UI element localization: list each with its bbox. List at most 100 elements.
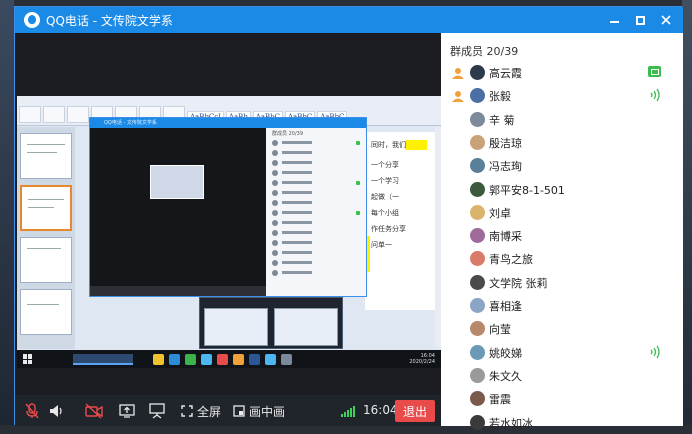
window-title: QQ电话 - 文传院文学系 <box>46 13 173 28</box>
member-name: 朱文久 <box>489 369 522 383</box>
taskbar-app-icon <box>185 354 196 365</box>
inner-member-row <box>272 228 360 237</box>
speaking-icon <box>649 88 661 102</box>
avatar <box>470 321 485 337</box>
member-row[interactable]: 青鸟之旅 <box>441 247 683 270</box>
inner-member-row <box>272 268 360 277</box>
camera-off-button[interactable] <box>85 403 103 419</box>
member-name: 雷震 <box>489 393 511 407</box>
pip-label: 画中画 <box>249 404 286 419</box>
avatar <box>470 344 485 360</box>
screen-sharing-icon <box>648 66 661 77</box>
member-row[interactable]: 高云霞 <box>441 61 683 84</box>
doc-line: 起做（一 <box>371 193 399 201</box>
presentation-button[interactable] <box>149 403 165 419</box>
slide-thumbnail <box>20 185 72 231</box>
inner-title-bar: QQ电话 - 文传院文学系 <box>90 118 366 128</box>
slide-thumbnail <box>20 133 72 179</box>
slide-thumbnail <box>20 237 72 283</box>
member-row[interactable]: 向莹 <box>441 317 683 340</box>
member-name: 南博采 <box>489 230 522 244</box>
doc-line: 问单一 <box>371 241 392 249</box>
qq-call-window: QQ电话 - 文传院文学系 AaBbCcI <box>14 6 683 430</box>
member-row[interactable]: 文学院 张莉 <box>441 271 683 294</box>
inner-member-name <box>282 231 312 234</box>
member-row[interactable]: 若水如冰 <box>441 411 683 434</box>
picture-in-picture-button[interactable]: 画中画 <box>233 403 285 419</box>
thumbnail-line <box>27 144 65 145</box>
member-name: 辛 菊 <box>489 113 515 127</box>
avatar <box>272 229 278 236</box>
inner-member-name <box>282 161 312 164</box>
inner-member-name <box>282 181 312 184</box>
taskbar-date: 2020/2/24 <box>409 359 435 365</box>
inner-member-row <box>272 258 360 267</box>
member-name: 向莹 <box>489 323 511 337</box>
taskbar-app-icon <box>201 354 212 365</box>
fullscreen-button[interactable]: 全屏 <box>181 403 221 419</box>
close-button[interactable] <box>653 7 679 33</box>
avatar <box>470 391 485 407</box>
member-name: 姚皎娣 <box>489 346 522 360</box>
exit-call-button[interactable]: 退出 <box>395 400 435 422</box>
maximize-button[interactable] <box>627 7 653 33</box>
inner-member-name <box>282 151 312 154</box>
inner-member-name <box>282 241 312 244</box>
speaker-button[interactable] <box>49 403 63 419</box>
avatar <box>272 179 278 186</box>
avatar <box>470 204 485 220</box>
minimize-button[interactable] <box>601 7 627 33</box>
inner-member-name <box>282 141 312 144</box>
speaker-icon <box>50 405 62 417</box>
inner-member-list: 群成员 20/39 <box>266 128 366 296</box>
speaking-icon <box>649 345 661 359</box>
member-row[interactable]: 雷震 <box>441 387 683 410</box>
member-name: 张毅 <box>489 90 511 104</box>
doc-line: 一个分享 <box>371 161 399 169</box>
mic-mute-button[interactable] <box>25 403 39 419</box>
inner-member-row <box>272 178 360 187</box>
member-name: 冯志珣 <box>489 160 522 174</box>
shared-screen-area[interactable]: AaBbCcI AaBb AaBbC AaBbC AaBbC <box>15 33 441 395</box>
members-panel: 群成员 20/39 高云霞 张毅辛 菊殷洁琼 冯志珣 郭平安8-1-501 刘卓 南博采青… <box>441 33 683 430</box>
member-name: 青鸟之旅 <box>489 253 533 267</box>
member-row[interactable]: 南博采 <box>441 224 683 247</box>
thumbnail-line <box>28 199 64 200</box>
taskbar-app-icon <box>217 354 228 365</box>
member-name: 喜相逢 <box>489 300 522 313</box>
avatar <box>272 169 278 176</box>
avatar <box>470 134 485 150</box>
member-name: 若水如冰 <box>489 416 533 430</box>
member-row[interactable]: 朱文久 <box>441 364 683 387</box>
ribbon-button <box>19 106 41 123</box>
share-screen-icon <box>119 404 135 418</box>
member-row[interactable]: 辛 菊 <box>441 108 683 131</box>
taskbar-app-icon <box>233 354 244 365</box>
maximize-icon <box>635 15 645 25</box>
avatar <box>272 139 278 146</box>
member-row[interactable]: 冯志珣 <box>441 154 683 177</box>
thumbnail-line <box>28 207 54 208</box>
avatar <box>272 209 278 216</box>
member-row[interactable]: 郭平安8-1-501 <box>441 178 683 201</box>
member-row[interactable]: 姚皎娣 <box>441 341 683 364</box>
inner-member-row <box>272 238 360 247</box>
member-row[interactable]: 喜相逢 <box>441 294 683 317</box>
doc-line: 一个学习 <box>371 177 399 185</box>
member-row[interactable]: 殷洁琼 <box>441 131 683 154</box>
inner-window-title: QQ电话 - 文传院文学系 <box>104 120 157 126</box>
inner-member-name <box>282 251 312 254</box>
camera-off-icon <box>85 403 103 419</box>
member-row[interactable]: 张毅 <box>441 84 683 107</box>
title-bar[interactable]: QQ电话 - 文传院文学系 <box>15 7 683 33</box>
taskbar-app-icon <box>153 354 164 365</box>
avatar <box>272 199 278 206</box>
avatar <box>470 298 485 313</box>
share-screen-button[interactable] <box>119 403 135 419</box>
inner-member-name <box>282 171 312 174</box>
member-name: 殷洁琼 <box>489 136 522 150</box>
inner-member-name <box>282 211 312 214</box>
inner-member-name <box>282 271 312 274</box>
member-row[interactable]: 刘卓 <box>441 201 683 224</box>
window-controls <box>601 7 679 33</box>
